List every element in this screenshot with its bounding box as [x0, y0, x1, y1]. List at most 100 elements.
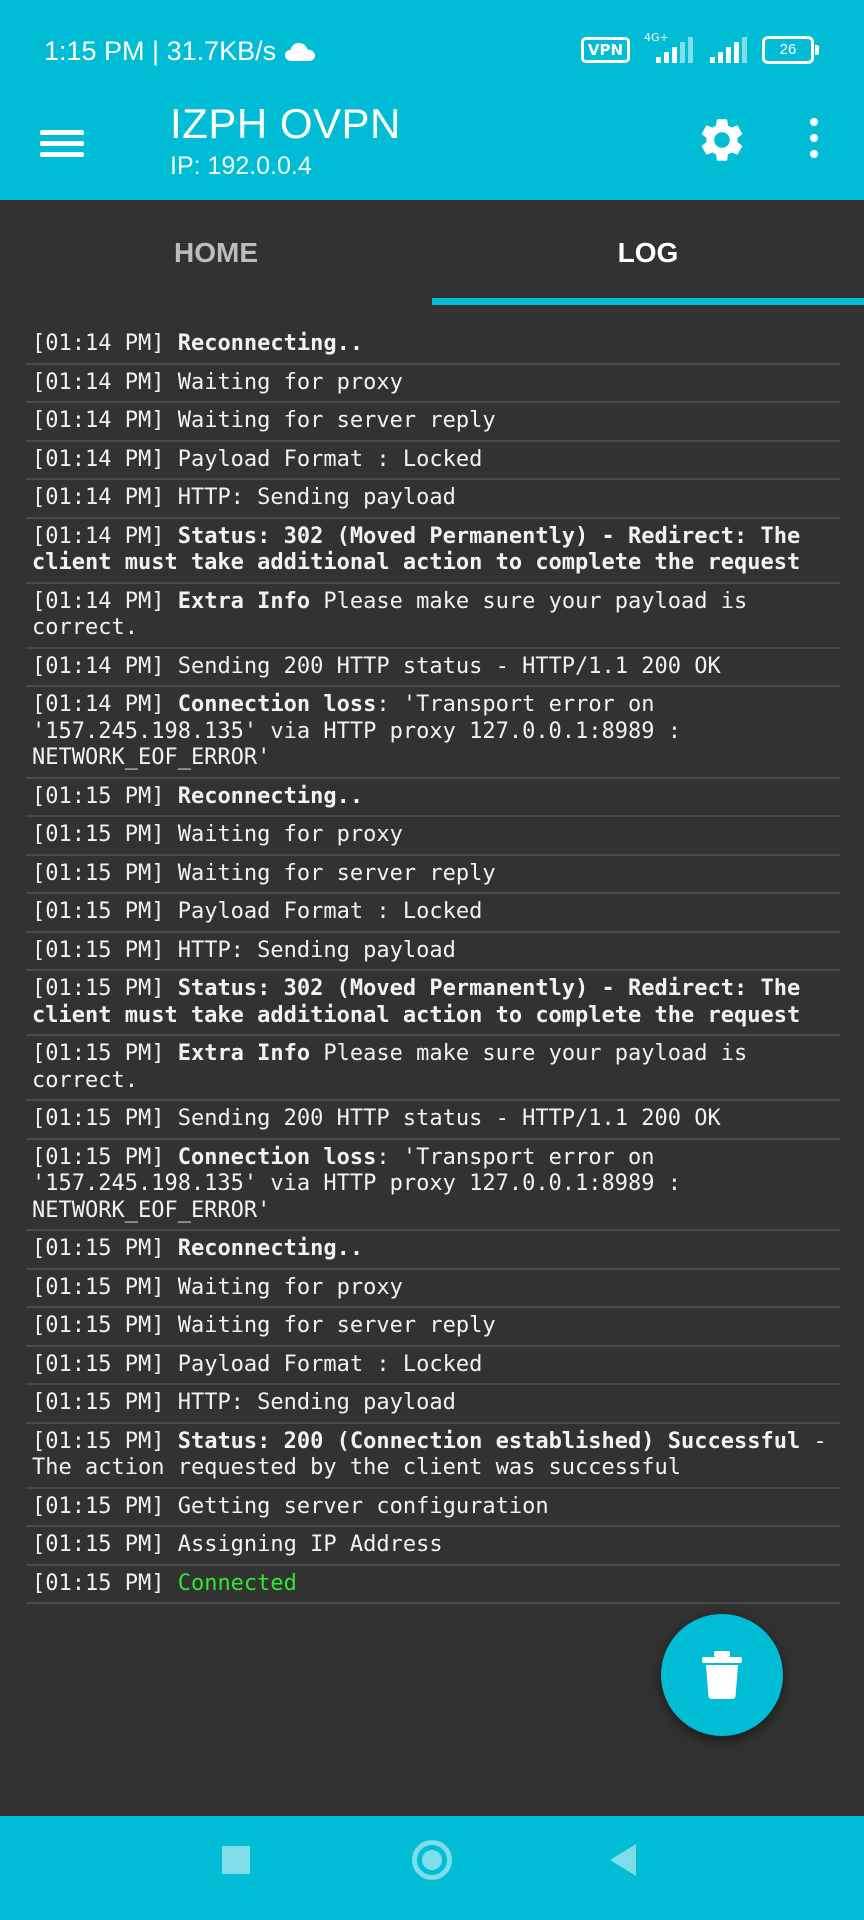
more-vert-icon[interactable]: [806, 118, 822, 166]
signal-icon: 4G+: [644, 31, 694, 63]
log-message: Assigning IP Address: [177, 1532, 443, 1557]
log-entry: [01:15 PM] Reconnecting..: [26, 1231, 840, 1270]
cloud-icon: [285, 42, 316, 61]
log-entry: [01:15 PM] Waiting for proxy: [26, 1270, 840, 1308]
log-entry: [01:14 PM] Sending 200 HTTP status - HTT…: [26, 649, 840, 687]
log-time: [01:15 PM]: [32, 1106, 165, 1131]
status-left: 1:15 PM | 31.7KB/s: [44, 36, 316, 67]
log-entry: [01:15 PM] Getting server configuration: [26, 1489, 840, 1527]
clear-log-button[interactable]: [661, 1614, 783, 1736]
log-time: [01:15 PM]: [32, 1428, 165, 1454]
log-time: [01:15 PM]: [32, 976, 165, 1001]
back-triangle-icon[interactable]: [610, 1844, 636, 1876]
app-title: IZPH OVPN: [170, 100, 401, 147]
log-time: [01:15 PM]: [32, 1274, 165, 1300]
log-emphasis: Extra Info: [177, 588, 311, 614]
tab-bar: HOME LOG: [0, 200, 864, 306]
log-time: [01:15 PM]: [32, 1041, 165, 1066]
log-entry: [01:15 PM] Connection loss: 'Transport e…: [26, 1140, 840, 1231]
nav-bar: [0, 1816, 864, 1920]
log-message: Payload Format : Locked: [177, 1351, 483, 1377]
log-entry: [01:15 PM] Reconnecting..: [26, 779, 840, 817]
log-entry: [01:14 PM] Status: 302 (Moved Permanentl…: [26, 519, 840, 584]
log-message: Waiting for proxy: [177, 369, 403, 395]
log-entry: [01:14 PM] Payload Format : Locked: [26, 442, 840, 480]
log-message: Waiting for server reply: [177, 1313, 496, 1338]
log-emphasis: Connection loss: [177, 1144, 377, 1170]
log-entry: [01:15 PM] HTTP: Sending payload: [26, 1385, 840, 1424]
log-time: [01:15 PM]: [32, 1313, 165, 1338]
log-entry: [01:15 PM] Extra Info Please make sure y…: [26, 1036, 840, 1101]
log-entry: [01:15 PM] Waiting for proxy: [26, 817, 840, 856]
log-emphasis: Status: 200 (Connection established) Suc…: [177, 1428, 801, 1454]
battery-indicator: 26: [762, 36, 819, 64]
log-entry: [01:15 PM] Connected: [26, 1566, 840, 1604]
log-time: [01:15 PM]: [32, 1144, 165, 1170]
log-entry: [01:14 PM] Extra Info Please make sure y…: [26, 584, 840, 649]
log-emphasis: Reconnecting..: [177, 331, 364, 356]
log-time: [01:14 PM]: [32, 653, 165, 679]
log-time: [01:15 PM]: [32, 1493, 165, 1519]
status-right: VPN 4G+ 26: [580, 31, 819, 64]
log-time: [01:15 PM]: [32, 1351, 165, 1377]
log-entry: [01:15 PM] Payload Format : Locked: [26, 1347, 840, 1385]
square-icon[interactable]: [222, 1846, 250, 1874]
log-entry: [01:15 PM] Status: 200 (Connection estab…: [26, 1424, 840, 1489]
log-message: Waiting for server reply: [177, 860, 496, 886]
log-entry: [01:15 PM] Sending 200 HTTP status - HTT…: [26, 1101, 840, 1140]
log-time: [01:14 PM]: [32, 331, 165, 356]
log-connected: Connected: [177, 1570, 297, 1596]
menu-icon[interactable]: [40, 124, 84, 164]
gear-icon[interactable]: [696, 114, 748, 166]
log-time: [01:14 PM]: [32, 369, 165, 395]
vpn-badge: VPN: [580, 37, 630, 63]
log-entry: [01:15 PM] HTTP: Sending payload: [26, 933, 840, 971]
log-time: [01:15 PM]: [32, 899, 165, 924]
status-bar: 1:15 PM | 31.7KB/s VPN 4G+ 26: [0, 0, 864, 100]
log-time: [01:15 PM]: [32, 783, 165, 809]
log-time: [01:14 PM]: [32, 485, 165, 510]
network-type-label: 4G+: [644, 31, 669, 44]
log-list[interactable]: [01:14 PM] Reconnecting.. [01:14 PM] Wait…: [26, 326, 840, 1604]
log-time: [01:14 PM]: [32, 523, 165, 549]
log-entry: [01:14 PM] Reconnecting..: [26, 326, 840, 365]
log-time: [01:15 PM]: [32, 860, 165, 886]
log-time: [01:14 PM]: [32, 446, 165, 472]
log-time: [01:15 PM]: [32, 1532, 165, 1557]
log-message: HTTP: Sending payload: [177, 485, 456, 510]
log-message: Payload Format : Locked: [177, 899, 483, 924]
log-message: Payload Format : Locked: [177, 446, 483, 472]
log-time: [01:15 PM]: [32, 1390, 165, 1415]
trash-icon: [702, 1651, 742, 1699]
circle-icon[interactable]: [412, 1840, 452, 1880]
log-message: Sending 200 HTTP status - HTTP/1.1 200 O…: [177, 1106, 721, 1131]
log-emphasis: Connection loss: [177, 692, 377, 717]
tab-indicator: [432, 298, 864, 305]
log-emphasis: Reconnecting..: [177, 1236, 364, 1261]
log-time: [01:14 PM]: [32, 692, 165, 717]
log-message: Sending 200 HTTP status - HTTP/1.1 200 O…: [177, 653, 721, 679]
log-entry: [01:15 PM] Waiting for server reply: [26, 1308, 840, 1347]
log-time: [01:15 PM]: [32, 1570, 165, 1596]
tab-home[interactable]: HOME: [0, 200, 432, 306]
ip-subtitle: IP: 192.0.0.4: [170, 152, 312, 180]
log-entry: [01:15 PM] Waiting for server reply: [26, 856, 840, 894]
log-entry: [01:14 PM] Waiting for proxy: [26, 365, 840, 403]
log-message: HTTP: Sending payload: [177, 1390, 456, 1415]
log-time: [01:14 PM]: [32, 408, 165, 433]
status-time-speed: 1:15 PM | 31.7KB/s: [44, 36, 277, 66]
tab-log[interactable]: LOG: [432, 200, 864, 306]
log-message: Waiting for server reply: [177, 408, 496, 433]
log-emphasis: Reconnecting..: [177, 783, 364, 809]
log-time: [01:15 PM]: [32, 937, 165, 963]
log-message: Waiting for proxy: [177, 822, 403, 847]
log-entry: [01:15 PM] Assigning IP Address: [26, 1527, 840, 1566]
log-emphasis: Extra Info: [177, 1041, 311, 1066]
log-entry: [01:14 PM] Connection loss: 'Transport e…: [26, 687, 840, 779]
signal-bars-2-icon: [710, 37, 747, 63]
log-message: Getting server configuration: [177, 1493, 549, 1519]
log-time: [01:15 PM]: [32, 822, 165, 847]
app-bar: IZPH OVPN IP: 192.0.0.4: [0, 100, 864, 200]
log-entry: [01:15 PM] Payload Format : Locked: [26, 894, 840, 933]
log-entry: [01:14 PM] HTTP: Sending payload: [26, 480, 840, 519]
